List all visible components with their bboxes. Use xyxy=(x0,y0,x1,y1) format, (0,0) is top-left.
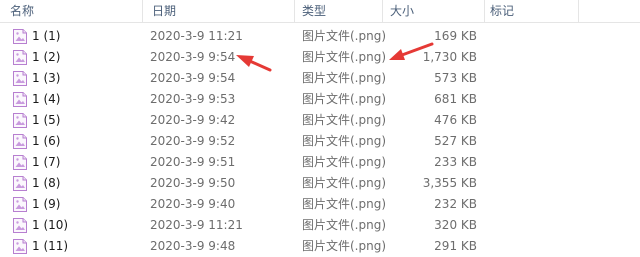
file-type: 图片文件(.png) xyxy=(302,71,387,85)
column-header-name[interactable]: 名称 xyxy=(10,0,34,22)
file-type: 图片文件(.png) xyxy=(302,50,387,64)
file-date: 2020-3-9 9:54 xyxy=(150,71,236,85)
file-row[interactable]: 1 (2) 2020-3-9 9:54 图片文件(.png) 1,730 KB xyxy=(0,47,640,68)
image-file-icon xyxy=(13,134,27,149)
file-type: 图片文件(.png) xyxy=(302,239,387,253)
file-row[interactable]: 1 (9) 2020-3-9 9:40 图片文件(.png) 232 KB xyxy=(0,194,640,215)
file-date: 2020-3-9 9:54 xyxy=(150,50,236,64)
file-type: 图片文件(.png) xyxy=(302,113,387,127)
file-name: 1 (3) xyxy=(32,71,61,85)
file-date: 2020-3-9 9:53 xyxy=(150,92,236,106)
file-date: 2020-3-9 9:48 xyxy=(150,239,236,253)
file-size: 233 KB xyxy=(434,155,477,169)
image-file-icon xyxy=(13,50,27,65)
file-name: 1 (6) xyxy=(32,134,61,148)
image-file-icon xyxy=(13,113,27,128)
image-file-icon xyxy=(13,29,27,44)
column-divider[interactable] xyxy=(294,0,295,22)
file-name: 1 (5) xyxy=(32,113,61,127)
file-date: 2020-3-9 9:51 xyxy=(150,155,236,169)
column-divider[interactable] xyxy=(382,0,383,22)
file-list: 1 (1) 2020-3-9 11:21 图片文件(.png) 169 KB 1… xyxy=(0,26,640,257)
file-name: 1 (4) xyxy=(32,92,61,106)
file-row[interactable]: 1 (11) 2020-3-9 9:48 图片文件(.png) 291 KB xyxy=(0,236,640,257)
column-divider[interactable] xyxy=(484,0,485,22)
file-row[interactable]: 1 (10) 2020-3-9 11:21 图片文件(.png) 320 KB xyxy=(0,215,640,236)
file-row[interactable]: 1 (6) 2020-3-9 9:52 图片文件(.png) 527 KB xyxy=(0,131,640,152)
file-size: 320 KB xyxy=(434,218,477,232)
file-row[interactable]: 1 (5) 2020-3-9 9:42 图片文件(.png) 476 KB xyxy=(0,110,640,131)
column-header-type[interactable]: 类型 xyxy=(302,0,326,22)
file-date: 2020-3-9 9:40 xyxy=(150,197,236,211)
file-row[interactable]: 1 (8) 2020-3-9 9:50 图片文件(.png) 3,355 KB xyxy=(0,173,640,194)
file-name: 1 (9) xyxy=(32,197,61,211)
image-file-icon xyxy=(13,71,27,86)
file-name: 1 (10) xyxy=(32,218,69,232)
column-divider[interactable] xyxy=(578,0,579,22)
column-header-date[interactable]: 日期 xyxy=(152,0,176,22)
file-size: 232 KB xyxy=(434,197,477,211)
image-file-icon xyxy=(13,155,27,170)
file-date: 2020-3-9 9:52 xyxy=(150,134,236,148)
column-divider[interactable] xyxy=(142,0,143,22)
file-size: 291 KB xyxy=(434,239,477,253)
file-size: 3,355 KB xyxy=(422,176,477,190)
file-type: 图片文件(.png) xyxy=(302,29,387,43)
file-size: 681 KB xyxy=(434,92,477,106)
file-size: 169 KB xyxy=(434,29,477,43)
file-type: 图片文件(.png) xyxy=(302,176,387,190)
file-type: 图片文件(.png) xyxy=(302,197,387,211)
file-name: 1 (7) xyxy=(32,155,61,169)
column-header-tags[interactable]: 标记 xyxy=(490,0,514,22)
file-type: 图片文件(.png) xyxy=(302,92,387,106)
image-file-icon xyxy=(13,197,27,212)
file-date: 2020-3-9 9:50 xyxy=(150,176,236,190)
file-row[interactable]: 1 (1) 2020-3-9 11:21 图片文件(.png) 169 KB xyxy=(0,26,640,47)
file-row[interactable]: 1 (7) 2020-3-9 9:51 图片文件(.png) 233 KB xyxy=(0,152,640,173)
file-date: 2020-3-9 11:21 xyxy=(150,218,243,232)
column-header-bar: 名称 日期 类型 大小 标记 xyxy=(0,0,640,23)
image-file-icon xyxy=(13,218,27,233)
file-date: 2020-3-9 9:42 xyxy=(150,113,236,127)
file-date: 2020-3-9 11:21 xyxy=(150,29,243,43)
file-type: 图片文件(.png) xyxy=(302,218,387,232)
file-type: 图片文件(.png) xyxy=(302,155,387,169)
file-name: 1 (8) xyxy=(32,176,61,190)
image-file-icon xyxy=(13,92,27,107)
file-name: 1 (11) xyxy=(32,239,69,253)
file-size: 527 KB xyxy=(434,134,477,148)
file-size: 573 KB xyxy=(434,71,477,85)
image-file-icon xyxy=(13,176,27,191)
file-size: 476 KB xyxy=(434,113,477,127)
file-row[interactable]: 1 (4) 2020-3-9 9:53 图片文件(.png) 681 KB xyxy=(0,89,640,110)
column-header-size[interactable]: 大小 xyxy=(390,0,414,22)
file-name: 1 (1) xyxy=(32,29,61,43)
file-row[interactable]: 1 (3) 2020-3-9 9:54 图片文件(.png) 573 KB xyxy=(0,68,640,89)
file-name: 1 (2) xyxy=(32,50,61,64)
file-size: 1,730 KB xyxy=(422,50,477,64)
file-type: 图片文件(.png) xyxy=(302,134,387,148)
